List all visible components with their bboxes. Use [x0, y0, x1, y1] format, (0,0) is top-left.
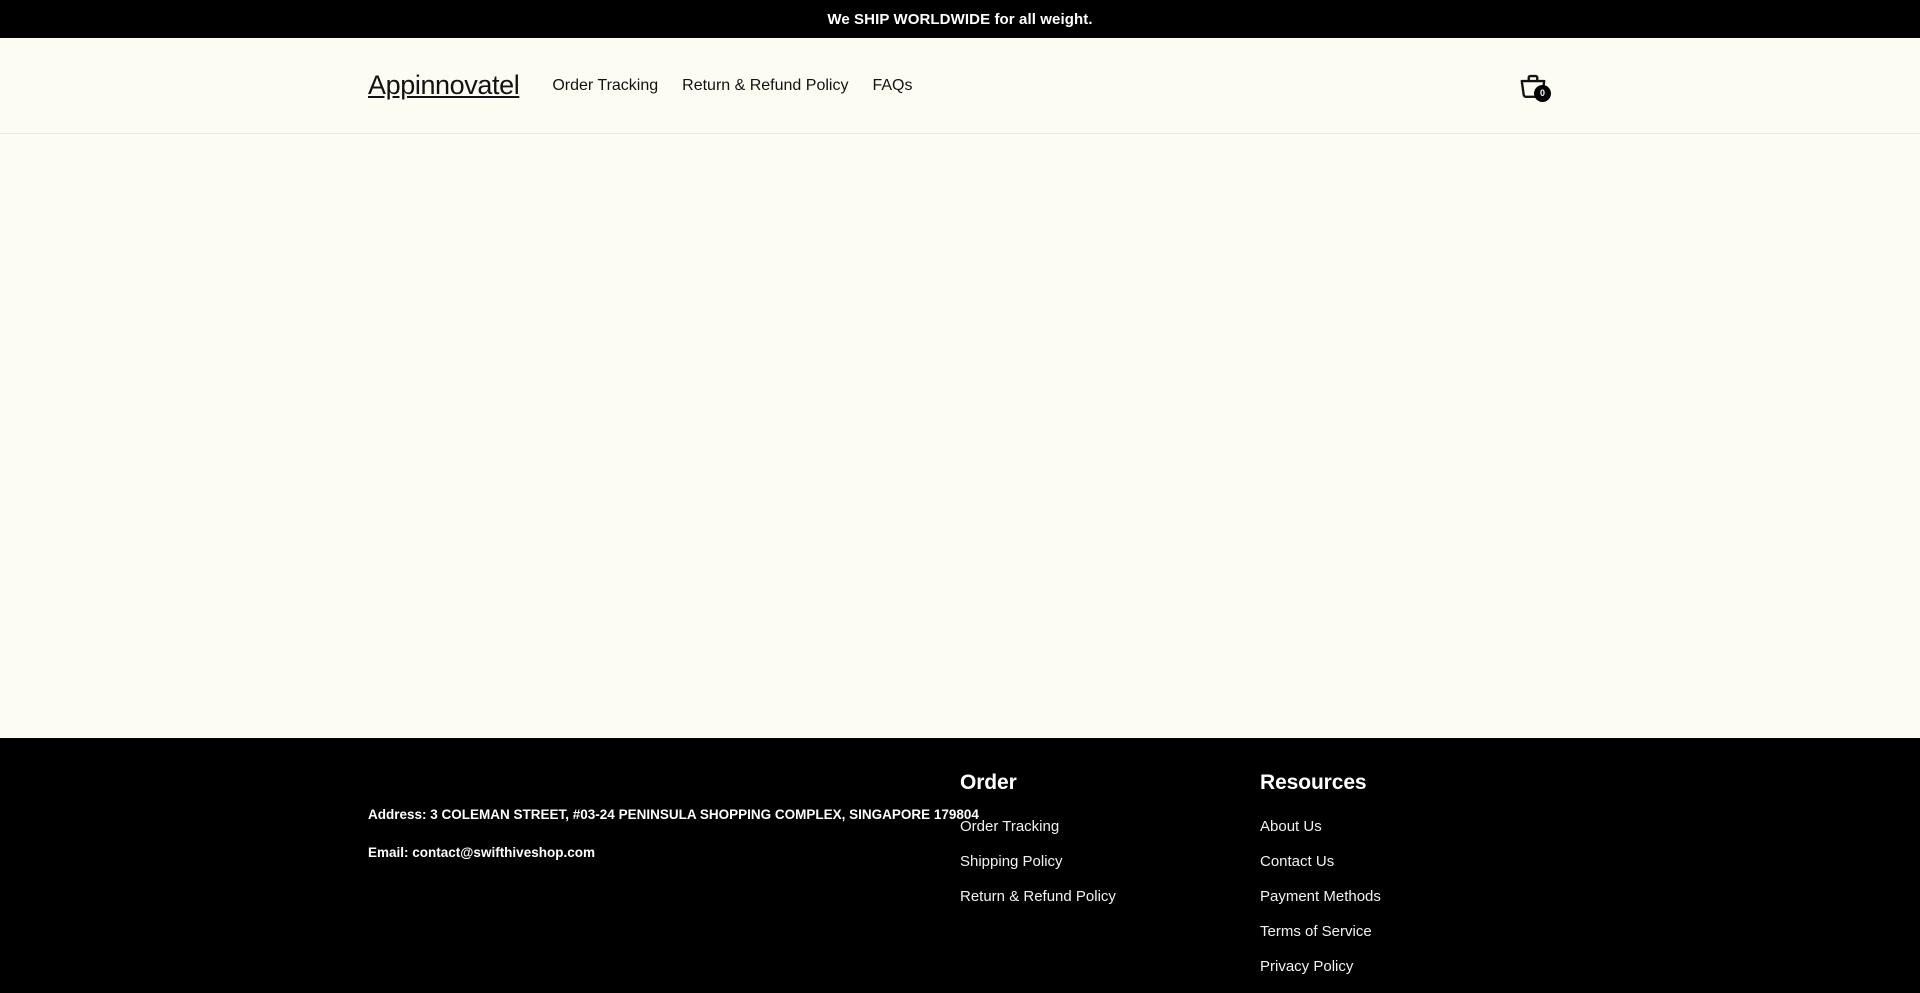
- footer-link-shipping-policy[interactable]: Shipping Policy: [960, 853, 1063, 870]
- list-item: Return & Refund Policy: [960, 888, 1260, 906]
- list-item: Order Tracking: [960, 818, 1260, 836]
- footer-link-contact-us[interactable]: Contact Us: [1260, 853, 1334, 870]
- site-logo[interactable]: Appinnovatel: [368, 72, 520, 99]
- footer-link-order-tracking[interactable]: Order Tracking: [960, 818, 1059, 835]
- footer-link-payment-methods[interactable]: Payment Methods: [1260, 888, 1381, 905]
- list-item: Terms of Service: [1260, 923, 1560, 941]
- footer-email: Email: contact@swifthiveshop.com: [368, 844, 595, 860]
- header-inner: Appinnovatel Order Tracking Return & Ref…: [0, 72, 1920, 102]
- announcement-text: We SHIP WORLDWIDE for all weight.: [827, 10, 1093, 28]
- cart-count-badge: 0: [1534, 84, 1551, 102]
- list-item: About Us: [1260, 818, 1560, 836]
- footer-contact-column: Address: 3 COLEMAN STREET, #03-24 PENINS…: [368, 772, 979, 860]
- footer-link-terms-of-service[interactable]: Terms of Service: [1260, 923, 1372, 940]
- footer-links-resources: About Us Contact Us Payment Methods Term…: [1260, 818, 1560, 976]
- footer-link-privacy-policy[interactable]: Privacy Policy: [1260, 958, 1353, 975]
- shopping-basket-icon: 0: [1518, 71, 1551, 102]
- main-content-area: [0, 134, 1920, 738]
- footer-heading-resources: Resources: [1260, 771, 1367, 794]
- cart-button[interactable]: 0: [1514, 67, 1552, 105]
- nav-link-order-tracking[interactable]: Order Tracking: [552, 77, 658, 94]
- footer-column-order: Order Order Tracking Shipping Policy Ret…: [960, 772, 1260, 923]
- list-item: Privacy Policy: [1260, 958, 1560, 976]
- main-navigation: Order Tracking Return & Refund Policy FA…: [552, 77, 912, 94]
- footer-heading-order: Order: [960, 771, 1017, 794]
- footer-link-return-refund-policy[interactable]: Return & Refund Policy: [960, 888, 1116, 905]
- list-item: Shipping Policy: [960, 853, 1260, 871]
- announcement-bar: We SHIP WORLDWIDE for all weight.: [0, 0, 1920, 38]
- footer-column-resources: Resources About Us Contact Us Payment Me…: [1260, 772, 1560, 993]
- site-header: Appinnovatel Order Tracking Return & Ref…: [0, 38, 1920, 134]
- list-item: Payment Methods: [1260, 888, 1560, 906]
- nav-link-return-refund-policy[interactable]: Return & Refund Policy: [682, 77, 848, 94]
- footer-link-about-us[interactable]: About Us: [1260, 818, 1322, 835]
- list-item: Contact Us: [1260, 853, 1560, 871]
- footer-address: Address: 3 COLEMAN STREET, #03-24 PENINS…: [368, 807, 979, 822]
- nav-link-faqs[interactable]: FAQs: [872, 77, 912, 94]
- footer-links-order: Order Tracking Shipping Policy Return & …: [960, 818, 1260, 906]
- page-root: We SHIP WORLDWIDE for all weight. Appinn…: [0, 0, 1920, 993]
- site-footer: Address: 3 COLEMAN STREET, #03-24 PENINS…: [0, 738, 1920, 993]
